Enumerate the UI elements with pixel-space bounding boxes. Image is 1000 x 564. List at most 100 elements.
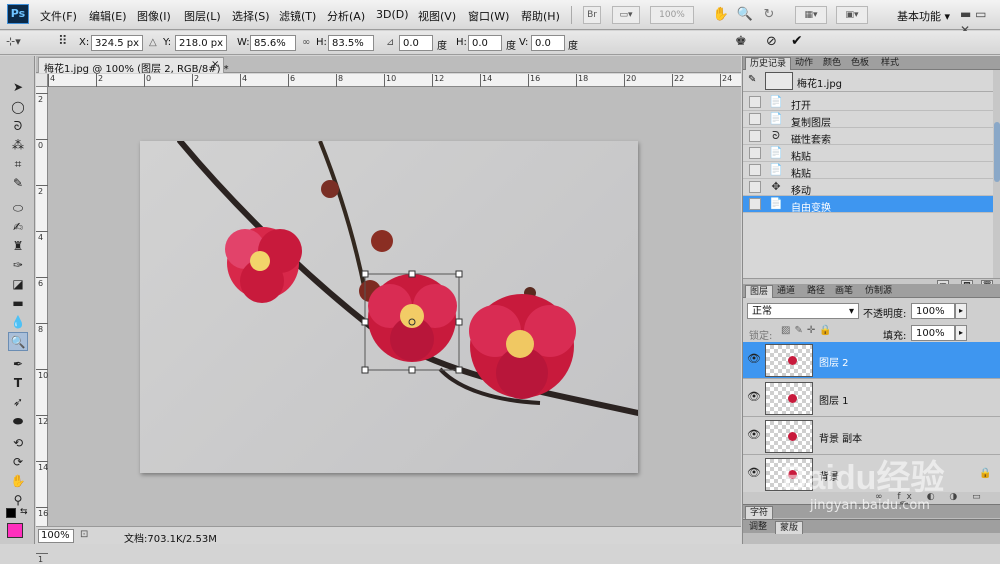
- menu-select[interactable]: 选择(S): [232, 8, 270, 24]
- x-position-field[interactable]: 324.5 px: [91, 35, 143, 51]
- crop-tool-icon[interactable]: ⌗: [8, 155, 28, 174]
- transform-handle[interactable]: [455, 270, 463, 278]
- history-item[interactable]: 📄 自由变换: [743, 196, 993, 214]
- layer-row[interactable]: 👁 背景 🔒: [743, 456, 1000, 493]
- menu-filter[interactable]: 滤镜(T): [279, 8, 316, 24]
- transform-handle[interactable]: [455, 366, 463, 374]
- hand-tool-sidebar-icon[interactable]: ✋: [8, 472, 28, 491]
- fill-field[interactable]: 100%: [911, 325, 955, 341]
- history-item[interactable]: ᘐ 磁性套索: [743, 128, 993, 146]
- tab-masks[interactable]: 蒙版: [775, 521, 804, 534]
- warp-mode-icon[interactable]: ♚: [735, 34, 747, 49]
- menu-analysis[interactable]: 分析(A): [327, 8, 365, 24]
- history-checkbox[interactable]: [749, 113, 761, 125]
- menu-window[interactable]: 窗口(W): [468, 8, 509, 24]
- tab-channels[interactable]: 通道: [773, 285, 799, 298]
- transform-handle[interactable]: [408, 270, 416, 278]
- clone-stamp-icon[interactable]: ♜: [8, 237, 28, 256]
- transform-handle[interactable]: [361, 366, 369, 374]
- tab-paths[interactable]: 路径: [803, 285, 829, 298]
- history-snapshot[interactable]: ✎ 梅花1.jpg: [743, 70, 993, 92]
- type-tool-icon[interactable]: T: [8, 374, 28, 393]
- swap-colors-icon[interactable]: ⇆: [20, 507, 28, 517]
- layer-row[interactable]: 👁 图层 2: [743, 342, 1000, 379]
- horizontal-skew-field[interactable]: 0.0: [468, 35, 502, 51]
- height-scale-field[interactable]: 83.5%: [328, 35, 374, 51]
- tab-clone-source[interactable]: 仿制源: [861, 285, 896, 298]
- tab-color[interactable]: 颜色: [819, 57, 845, 70]
- zoom-level-dropdown[interactable]: 100%: [650, 6, 694, 24]
- healing-brush-icon[interactable]: ⬭: [8, 199, 28, 218]
- screen-mode-button[interactable]: ▣▾: [836, 6, 868, 24]
- history-checkbox[interactable]: [749, 164, 761, 176]
- history-checkbox[interactable]: [749, 181, 761, 193]
- horizontal-ruler[interactable]: 4 2 0 2 4 6 8 10 12 14 16 18 20 22 24: [48, 74, 741, 87]
- tab-adjustments[interactable]: 调整: [745, 521, 771, 534]
- window-controls[interactable]: ▬ ▭ ✕: [960, 6, 996, 37]
- vertical-ruler[interactable]: 2 0 2 4 6 8 10 12 14 16 1: [36, 87, 48, 564]
- menu-file[interactable]: 文件(F): [40, 8, 77, 24]
- menu-layer[interactable]: 图层(L): [184, 8, 221, 24]
- menu-3d[interactable]: 3D(D): [376, 8, 409, 21]
- visibility-eye-icon[interactable]: 👁: [747, 466, 761, 480]
- menu-help[interactable]: 帮助(H): [521, 8, 560, 24]
- lasso-tool-icon[interactable]: ᘐ: [8, 117, 28, 136]
- tab-brushes[interactable]: 画笔: [831, 285, 857, 298]
- tab-history[interactable]: 历史记录: [745, 57, 792, 70]
- ellipse-shape-icon[interactable]: ⬬: [8, 412, 28, 431]
- history-item[interactable]: 📄 粘贴: [743, 162, 993, 180]
- menu-view[interactable]: 视图(V): [418, 8, 456, 24]
- history-item[interactable]: ✥ 移动: [743, 179, 993, 197]
- ruler-origin[interactable]: [36, 74, 48, 87]
- tab-swatches[interactable]: 色板: [847, 57, 873, 70]
- vertical-skew-field[interactable]: 0.0: [531, 35, 565, 51]
- reference-point-icon[interactable]: ⠿: [58, 34, 76, 52]
- rotate-angle-field[interactable]: 0.0: [399, 35, 433, 51]
- document-image[interactable]: [140, 138, 641, 473]
- hand-tool-icon[interactable]: ✋: [712, 6, 730, 24]
- history-brush-icon[interactable]: ✑: [8, 256, 28, 275]
- 3d-orbit-icon[interactable]: ⟳: [8, 453, 28, 472]
- arrange-documents-button[interactable]: ▦▾: [795, 6, 827, 24]
- close-icon[interactable]: ×: [211, 59, 219, 70]
- 3d-rotate-icon[interactable]: ⟲: [8, 434, 28, 453]
- width-scale-field[interactable]: 85.6%: [250, 35, 296, 51]
- history-checkbox[interactable]: [749, 96, 761, 108]
- snapshot-brush-icon[interactable]: ✎: [748, 74, 756, 85]
- link-icon[interactable]: ∞: [302, 37, 310, 48]
- pen-tool-icon[interactable]: ✒: [8, 355, 28, 374]
- document-size-info[interactable]: 文档:703.1K/2.53M: [124, 530, 217, 545]
- tab-layers[interactable]: 图层: [745, 285, 774, 298]
- bridge-button[interactable]: Br: [583, 6, 601, 24]
- gradient-tool-icon[interactable]: ▬: [8, 294, 28, 313]
- layer-row[interactable]: 👁 图层 1: [743, 380, 1000, 417]
- status-menu-icon[interactable]: ⊡: [80, 529, 88, 540]
- move-tool-icon[interactable]: ➤: [8, 78, 28, 97]
- blend-mode-select[interactable]: 正常 ▾: [747, 303, 859, 319]
- view-extras-button[interactable]: ▭▾: [612, 6, 640, 24]
- menu-image[interactable]: 图像(I): [137, 8, 171, 24]
- tab-styles[interactable]: 样式: [877, 57, 903, 70]
- path-selection-icon[interactable]: ➶: [8, 393, 28, 412]
- tab-actions[interactable]: 动作: [791, 57, 817, 70]
- transform-handle[interactable]: [361, 318, 369, 326]
- default-colors-icon[interactable]: [6, 508, 16, 518]
- status-zoom-field[interactable]: 100%: [38, 529, 74, 543]
- history-checkbox[interactable]: [749, 198, 761, 210]
- visibility-eye-icon[interactable]: 👁: [747, 390, 761, 404]
- rotate-view-icon[interactable]: ↻: [760, 6, 778, 24]
- tab-character[interactable]: 字符: [745, 506, 774, 519]
- fill-slider-button[interactable]: ▸: [955, 325, 967, 341]
- transform-tool-icon[interactable]: ⊹▾: [6, 35, 40, 51]
- menu-edit[interactable]: 编辑(E): [89, 8, 127, 24]
- history-checkbox[interactable]: [749, 147, 761, 159]
- layer-row[interactable]: 👁 背景 副本: [743, 418, 1000, 455]
- blur-tool-icon[interactable]: 💧: [8, 313, 28, 332]
- history-scrollbar[interactable]: [993, 70, 1000, 278]
- relative-position-icon[interactable]: △: [149, 37, 157, 48]
- foreground-color-swatch[interactable]: [7, 523, 23, 538]
- document-tab[interactable]: 梅花1.jpg @ 100% (图层 2, RGB/8#) * ×: [38, 57, 229, 75]
- scrollbar-thumb[interactable]: [994, 122, 1000, 182]
- history-item[interactable]: 📄 复制图层: [743, 111, 993, 129]
- eyedropper-icon[interactable]: ✎: [8, 174, 28, 193]
